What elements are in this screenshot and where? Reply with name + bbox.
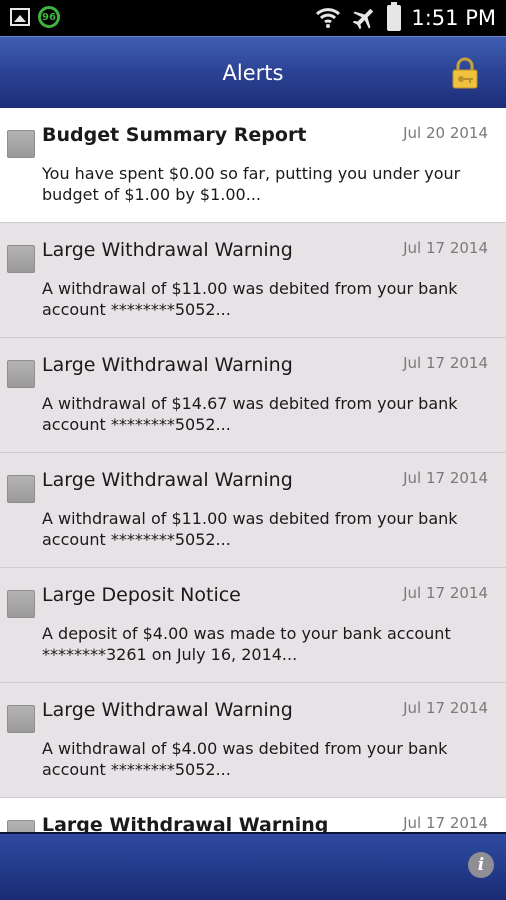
- airplane-mode-icon: [353, 8, 374, 30]
- alert-body: A withdrawal of $11.00 was debited from …: [42, 279, 458, 319]
- alert-body: A withdrawal of $14.67 was debited from …: [42, 394, 458, 434]
- alert-date: Jul 17 2014: [403, 469, 488, 487]
- alert-item[interactable]: Large Withdrawal Warning Jul 17 2014 A w…: [0, 453, 506, 568]
- alert-item[interactable]: Large Withdrawal Warning Jul 17 2014: [0, 798, 506, 832]
- alert-item[interactable]: Large Withdrawal Warning Jul 17 2014 A w…: [0, 683, 506, 798]
- alert-title: Budget Summary Report: [42, 124, 307, 146]
- battery-icon: [387, 2, 402, 31]
- alert-date: Jul 20 2014: [403, 124, 488, 142]
- gallery-icon: [10, 8, 30, 26]
- alert-title: Large Deposit Notice: [42, 584, 241, 606]
- alert-item[interactable]: Large Deposit Notice Jul 17 2014 A depos…: [0, 568, 506, 683]
- alert-checkbox[interactable]: [7, 475, 35, 503]
- alert-checkbox[interactable]: [7, 590, 35, 618]
- alert-body: A withdrawal of $4.00 was debited from y…: [42, 739, 448, 779]
- alert-checkbox[interactable]: [7, 820, 35, 832]
- alert-title: Large Withdrawal Warning: [42, 469, 293, 491]
- alert-title: Large Withdrawal Warning: [42, 814, 329, 832]
- page-title: Alerts: [222, 61, 284, 85]
- alert-item[interactable]: Budget Summary Report Jul 20 2014 You ha…: [0, 108, 506, 223]
- alert-item[interactable]: Large Withdrawal Warning Jul 17 2014 A w…: [0, 223, 506, 338]
- alert-item[interactable]: Large Withdrawal Warning Jul 17 2014 A w…: [0, 338, 506, 453]
- alert-title: Large Withdrawal Warning: [42, 239, 293, 261]
- status-bar-right: 1:51 PM: [315, 2, 496, 34]
- app-header: Alerts: [0, 36, 506, 108]
- wifi-icon: [316, 8, 341, 28]
- alert-checkbox[interactable]: [7, 705, 35, 733]
- alert-date: Jul 17 2014: [403, 354, 488, 372]
- alert-date: Jul 17 2014: [403, 584, 488, 602]
- status-bar: 96 1:51 PM: [0, 0, 506, 36]
- alert-checkbox[interactable]: [7, 245, 35, 273]
- alert-body: You have spent $0.00 so far, putting you…: [42, 164, 461, 204]
- alert-body: A deposit of $4.00 was made to your bank…: [42, 624, 451, 664]
- alert-title: Large Withdrawal Warning: [42, 699, 293, 721]
- alerts-list[interactable]: Budget Summary Report Jul 20 2014 You ha…: [0, 108, 506, 832]
- alert-checkbox[interactable]: [7, 130, 35, 158]
- status-bar-left: 96: [10, 6, 60, 28]
- alert-date: Jul 17 2014: [403, 239, 488, 257]
- alert-title: Large Withdrawal Warning: [42, 354, 293, 376]
- app-footer: i: [0, 832, 506, 900]
- info-icon[interactable]: i: [468, 852, 494, 878]
- battery-saver-icon: 96: [38, 6, 60, 28]
- alert-date: Jul 17 2014: [403, 814, 488, 832]
- alert-body: A withdrawal of $11.00 was debited from …: [42, 509, 458, 549]
- alert-date: Jul 17 2014: [403, 699, 488, 717]
- alert-checkbox[interactable]: [7, 360, 35, 388]
- lock-icon[interactable]: [452, 57, 478, 89]
- status-time: 1:51 PM: [411, 6, 496, 30]
